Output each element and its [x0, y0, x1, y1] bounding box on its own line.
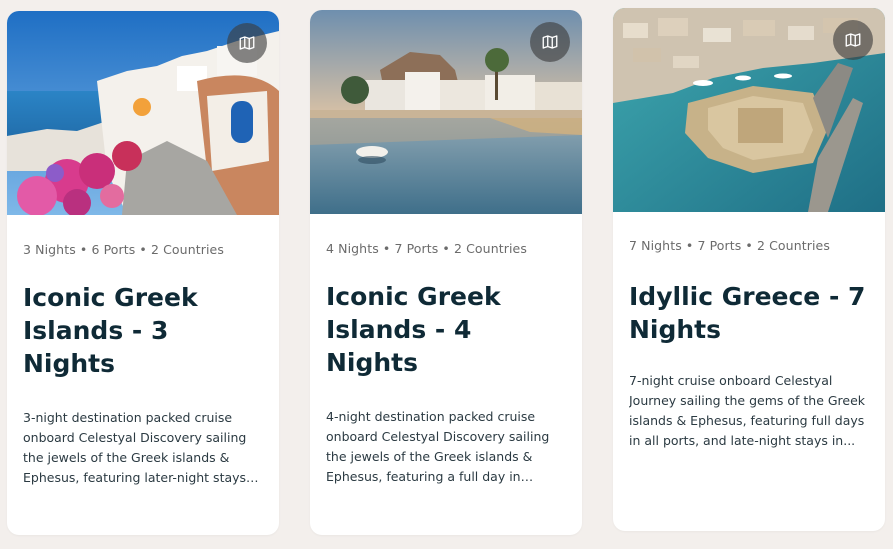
cruise-title[interactable]: Iconic Greek Islands - 3 Nights — [23, 281, 268, 380]
cruise-photo[interactable] — [7, 11, 279, 215]
map-button[interactable] — [833, 20, 873, 60]
cruise-description: 7-night cruise onboard Celestyal Journey… — [629, 373, 866, 448]
map-icon — [239, 36, 255, 50]
cruise-description: 3-night destination packed cruise onboar… — [23, 410, 247, 485]
cruise-card[interactable]: 3 Nights • 6 Ports • 2 Countries Iconic … — [7, 11, 279, 535]
cruise-card-grid: 3 Nights • 6 Ports • 2 Countries Iconic … — [0, 0, 893, 549]
cruise-photo[interactable] — [613, 8, 885, 212]
cruise-meta: 7 Nights • 7 Ports • 2 Countries — [629, 238, 830, 253]
cruise-photo[interactable] — [310, 10, 582, 214]
cruise-meta: 4 Nights • 7 Ports • 2 Countries — [326, 241, 527, 256]
map-button[interactable] — [530, 22, 570, 62]
cruise-description: 4-night destination packed cruise onboar… — [326, 409, 550, 484]
cruise-card[interactable]: 7 Nights • 7 Ports • 2 Countries Idyllic… — [613, 8, 885, 531]
map-button[interactable] — [227, 23, 267, 63]
map-icon — [845, 33, 861, 47]
cruise-title[interactable]: Iconic Greek Islands - 4 Nights — [326, 280, 571, 379]
cruise-meta: 3 Nights • 6 Ports • 2 Countries — [23, 242, 224, 257]
cruise-card[interactable]: 4 Nights • 7 Ports • 2 Countries Iconic … — [310, 10, 582, 535]
map-icon — [542, 35, 558, 49]
cruise-title[interactable]: Idyllic Greece - 7 Nights — [629, 280, 874, 346]
